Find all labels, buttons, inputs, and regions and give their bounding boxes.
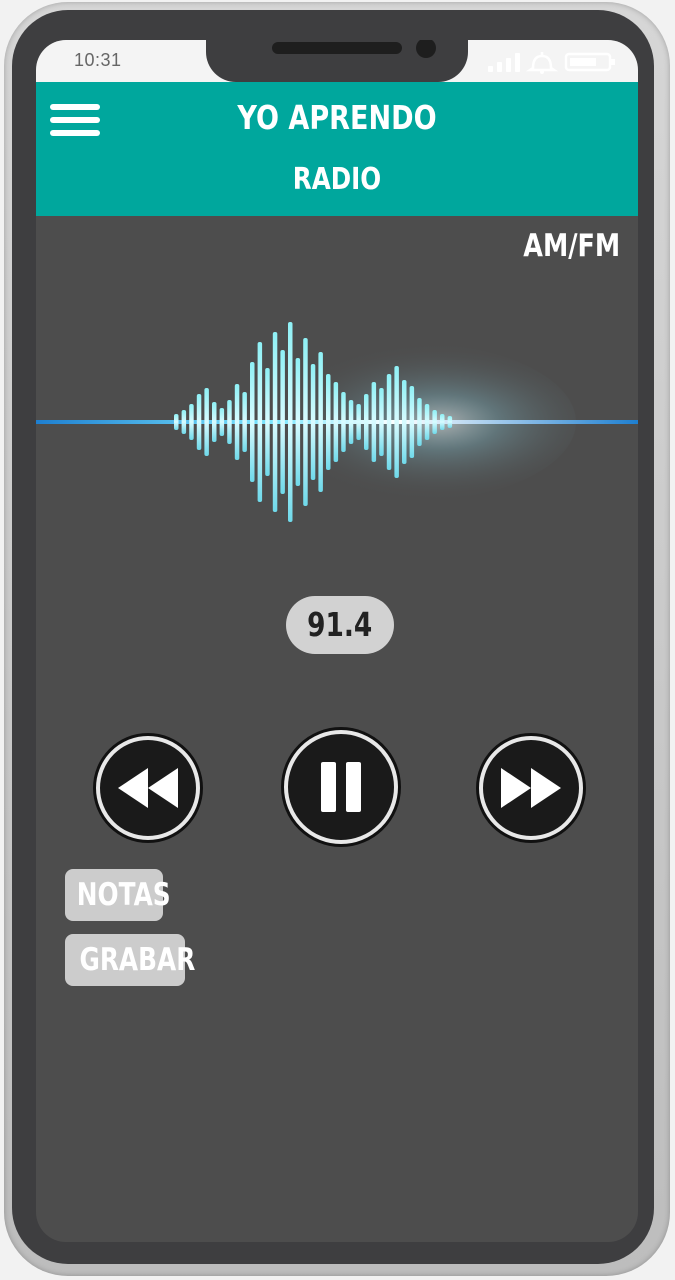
front-camera [416, 40, 436, 58]
waveform-bar [432, 410, 437, 434]
waveform-bar [227, 400, 232, 444]
waveform-bar [326, 374, 331, 470]
status-bar: 10:31 [36, 40, 638, 82]
waveform-bar [250, 362, 255, 482]
app-title-line1: YO APRENDO [237, 98, 437, 137]
signal-icon [488, 53, 520, 72]
waveform-bar [234, 384, 240, 460]
waveform-bar [303, 338, 308, 506]
waveform-bar [409, 386, 415, 458]
battery-icon [564, 52, 615, 72]
waveform-bar [386, 374, 392, 470]
waveform-bar [356, 404, 361, 440]
bell-icon [525, 52, 559, 74]
waveform-bar [310, 364, 316, 480]
waveform-bar [196, 394, 202, 450]
pause-icon [321, 762, 361, 812]
waveform-bar [265, 368, 270, 476]
waveform-bar [364, 394, 369, 450]
waveform-bar [417, 398, 422, 446]
pause-button[interactable] [284, 730, 398, 844]
app-header: YO APRENDO RADIO [36, 82, 638, 216]
frequency-display: 91.4 [286, 596, 394, 654]
waveform-bar [189, 404, 194, 440]
fast-forward-button[interactable] [479, 736, 583, 840]
app-screen: 10:31 YO APRENDO RADIO AM/FM 91.4 NOTAS … [36, 40, 638, 1242]
waveform-bar [219, 408, 225, 436]
waveform-bar [333, 382, 339, 462]
waveform-bar [402, 380, 407, 464]
app-title-line2: RADIO [292, 162, 382, 197]
band-toggle-button[interactable]: AM/FM [523, 228, 620, 264]
waveform-bar [348, 400, 354, 444]
waveform-bar [288, 322, 293, 522]
record-button-label: GRABAR [79, 942, 196, 978]
rewind-icon [118, 768, 178, 808]
waveform-bar [257, 342, 263, 502]
fast-forward-icon [501, 768, 561, 808]
waveform-bar [424, 404, 430, 440]
waveform-bar [272, 332, 278, 512]
notch [206, 40, 468, 82]
rewind-button[interactable] [96, 736, 200, 840]
frequency-value: 91.4 [307, 605, 373, 644]
waveform-bar [204, 388, 209, 456]
waveform-bar [379, 388, 384, 456]
waveform-bar [394, 366, 399, 478]
waveform-bar [440, 414, 445, 430]
notes-button-label: NOTAS [76, 877, 171, 913]
waveform-bar [212, 402, 217, 442]
notes-button[interactable]: NOTAS [65, 869, 171, 921]
waveform-bar [280, 350, 285, 494]
waveform-bar [295, 358, 301, 486]
waveform-bar [447, 416, 453, 428]
record-button[interactable]: GRABAR [65, 934, 195, 986]
speaker-grille [272, 42, 402, 54]
waveform-bar [318, 352, 323, 492]
waveform-bar [174, 414, 179, 430]
waveform-bar [371, 382, 377, 462]
status-time: 10:31 [74, 50, 122, 70]
audio-waveform [36, 322, 638, 522]
status-icons [488, 52, 615, 74]
waveform-bar [341, 392, 346, 452]
waveform-bar [242, 392, 247, 452]
waveform-bar [181, 410, 187, 434]
